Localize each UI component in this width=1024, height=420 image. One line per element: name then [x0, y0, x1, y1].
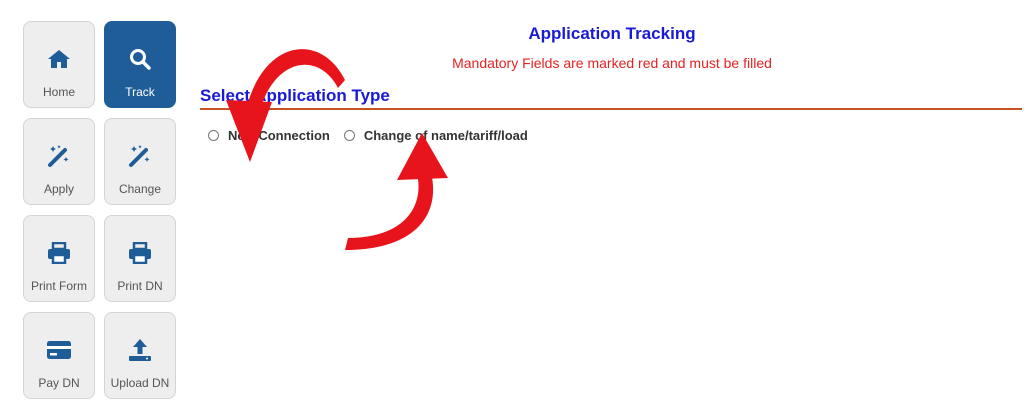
sidebar-item-change[interactable]: Change [104, 118, 176, 205]
printer-icon [127, 240, 153, 266]
sidebar-item-label: Home [42, 85, 75, 99]
radio-button[interactable] [343, 130, 355, 141]
sidebar-item-label: Print Form [30, 279, 87, 293]
sidebar-item-label: Print DN [117, 279, 163, 293]
sidebar-item-label: Upload DN [110, 376, 170, 390]
search-icon [127, 46, 153, 72]
application-type-group: New Connection Change of name/tariff/loa… [208, 128, 542, 143]
mandatory-notice: Mandatory Fields are marked red and must… [452, 55, 772, 71]
sidebar-item-print-form[interactable]: Print Form [23, 215, 95, 302]
sidebar-item-home[interactable]: Home [23, 21, 95, 108]
sidebar-item-print-dn[interactable]: Print DN [104, 215, 176, 302]
home-icon [46, 46, 72, 72]
radio-label: Change of name/tariff/load [363, 128, 528, 143]
radio-label: New Connection [228, 128, 330, 143]
printer-icon [46, 240, 72, 266]
radio-new-connection[interactable]: New Connection [208, 128, 330, 143]
sidebar-item-label: Apply [43, 182, 75, 196]
sidebar-item-apply[interactable]: Apply [23, 118, 95, 205]
sidebar-nav: Home Track Apply Change Print Form Print… [0, 0, 190, 420]
sidebar-item-label: Track [125, 85, 155, 99]
radio-change-name-tariff-load[interactable]: Change of name/tariff/load [343, 128, 528, 143]
magic-wand-icon [46, 143, 72, 169]
sidebar-item-track[interactable]: Track [104, 21, 176, 108]
radio-button[interactable] [208, 130, 219, 141]
magic-wand-icon [127, 143, 153, 169]
sidebar-item-upload-dn[interactable]: Upload DN [104, 312, 176, 399]
sidebar-item-label: Change [118, 182, 162, 196]
sidebar-item-pay-dn[interactable]: Pay DN [23, 312, 95, 399]
upload-icon [127, 337, 153, 363]
main-content: Application Tracking Mandatory Fields ar… [200, 0, 1024, 420]
section-heading: Select Application Type [200, 86, 1022, 110]
credit-card-icon [46, 337, 72, 363]
page-title: Application Tracking [528, 24, 696, 43]
sidebar-item-label: Pay DN [38, 376, 80, 390]
